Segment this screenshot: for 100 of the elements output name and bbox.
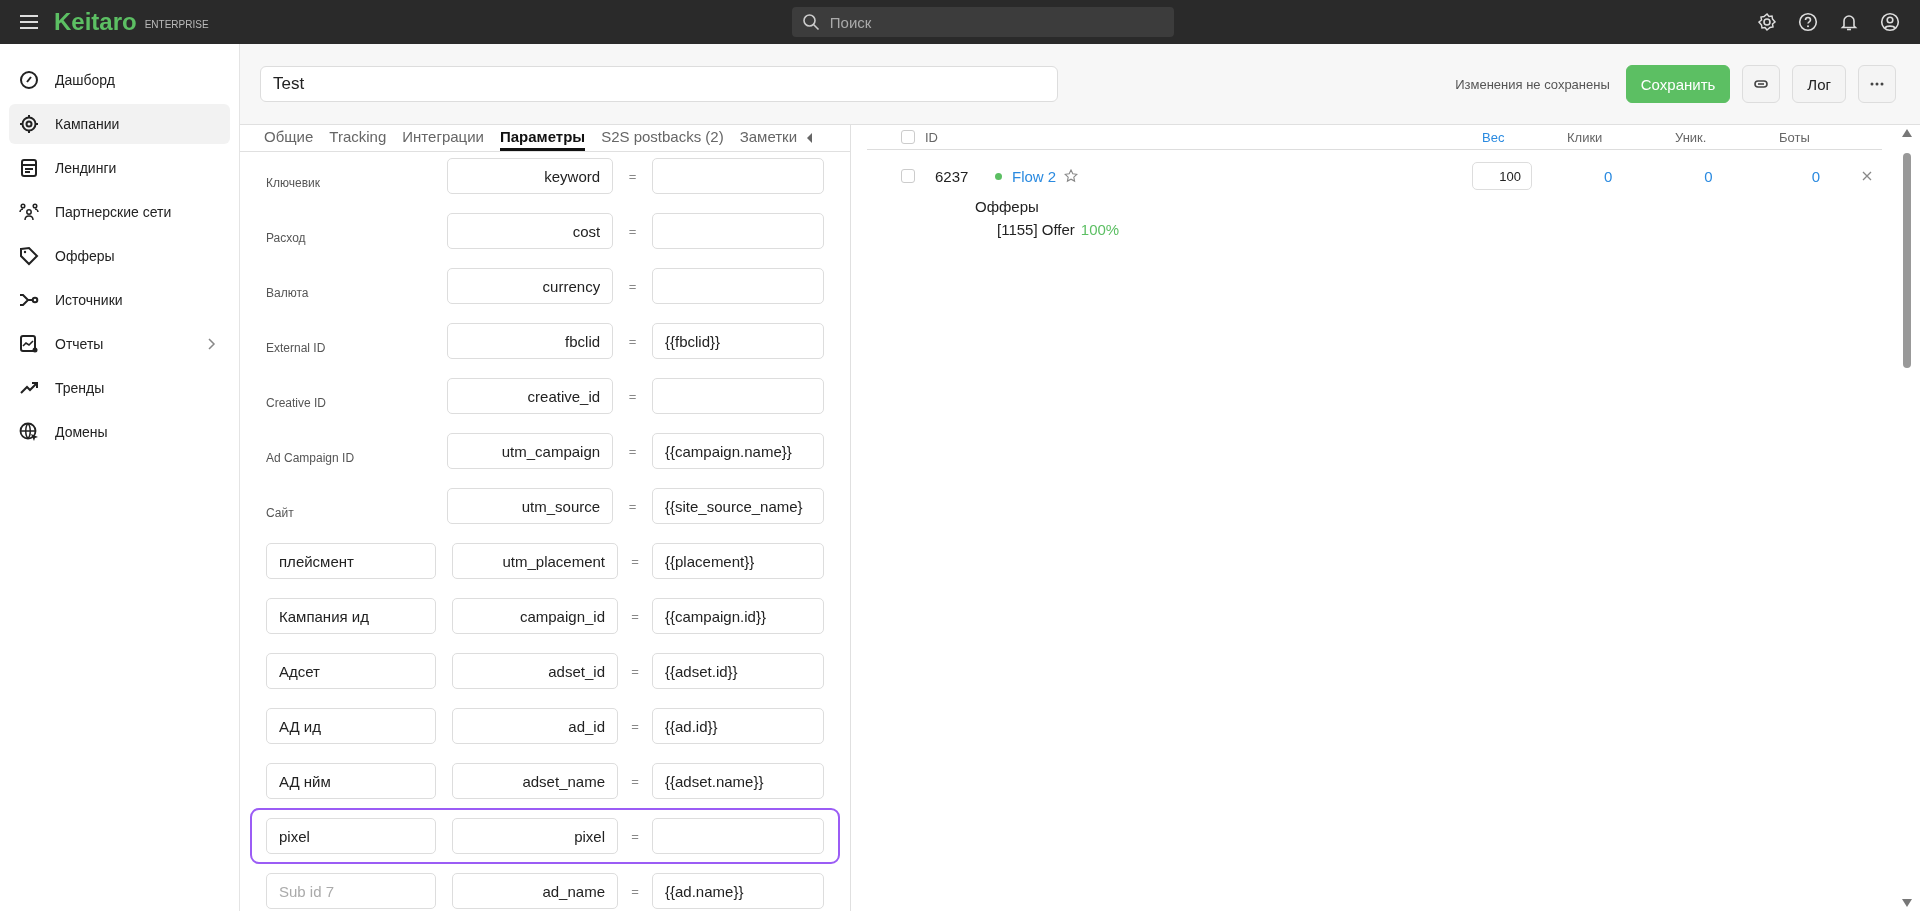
- parameter-value-field[interactable]: {{campaign.name}}: [652, 433, 824, 469]
- parameter-key-field[interactable]: utm_placement: [452, 543, 618, 579]
- parameter-value-field[interactable]: {{ad.id}}: [652, 708, 824, 744]
- sidebar-item[interactable]: Отчеты: [9, 324, 230, 364]
- offers-label: Офферы: [975, 198, 1040, 215]
- column-header[interactable]: ID: [925, 129, 938, 145]
- logo[interactable]: Keitaro: [54, 8, 137, 36]
- parameter-label: Ключевик: [266, 175, 321, 190]
- sidebar-item[interactable]: Тренды: [9, 368, 230, 408]
- scroll-left-icon[interactable]: [807, 133, 814, 143]
- parameter-name-field[interactable]: АД ид: [266, 708, 436, 744]
- search-field[interactable]: Поиск: [791, 7, 1174, 37]
- parameter-name-field[interactable]: Sub id 7: [266, 873, 436, 909]
- column-header[interactable]: Вес: [1482, 129, 1505, 145]
- sidebar-item[interactable]: Партнерские сети: [9, 192, 230, 232]
- parameter-value-field[interactable]: {{placement}}: [652, 543, 824, 579]
- row-checkbox[interactable]: [901, 169, 915, 183]
- parameter-label: Ad Campaign ID: [266, 450, 356, 465]
- parameter-key-field[interactable]: utm_campaign: [447, 433, 614, 469]
- bell-icon[interactable]: [1839, 12, 1859, 32]
- tab[interactable]: Заметки: [739, 125, 798, 151]
- equals-sign: =: [630, 773, 640, 789]
- flow-id: 6237: [935, 167, 970, 185]
- parameter-value-field[interactable]: [652, 818, 824, 854]
- parameter-value-field[interactable]: {{site_source_name}: [652, 488, 824, 524]
- parameter-name-field[interactable]: плейсмент: [266, 543, 436, 579]
- parameter-key-field[interactable]: ad_name: [452, 873, 618, 909]
- sidebar-item[interactable]: Источники: [9, 280, 230, 320]
- equals-sign: =: [627, 278, 638, 294]
- scroll-up-icon[interactable]: [1902, 129, 1912, 137]
- parameter-value-field[interactable]: [652, 158, 824, 194]
- equals-sign: =: [630, 718, 640, 734]
- star-icon[interactable]: [1064, 169, 1079, 183]
- parameter-key-field[interactable]: fbclid: [447, 323, 614, 359]
- tab[interactable]: Tracking: [329, 125, 387, 151]
- column-header[interactable]: Уник.: [1675, 129, 1707, 145]
- offer-share: 100%: [1080, 221, 1120, 238]
- parameter-name-field[interactable]: Кампания ид: [266, 598, 436, 634]
- tab[interactable]: Общие: [264, 125, 314, 151]
- offer-name[interactable]: [1155] Offer: [997, 221, 1075, 238]
- parameter-key-field[interactable]: cost: [447, 213, 614, 249]
- parameter-label: Сайт: [266, 505, 295, 520]
- parameter-key-field[interactable]: adset_id: [452, 653, 618, 689]
- link-icon: [1754, 80, 1769, 88]
- parameter-name-field[interactable]: Адсет: [266, 653, 436, 689]
- parameter-key-field[interactable]: utm_source: [447, 488, 614, 524]
- sidebar-item[interactable]: Домены: [9, 412, 230, 452]
- log-button[interactable]: Лог: [1792, 65, 1846, 103]
- help-icon[interactable]: [1798, 12, 1818, 32]
- equals-sign: =: [630, 553, 640, 569]
- unique-count[interactable]: 0: [1704, 167, 1713, 185]
- equals-sign: =: [627, 168, 638, 184]
- edition-label: ENTERPRISE: [144, 18, 209, 30]
- campaign-title-field[interactable]: Test: [260, 66, 1058, 102]
- sidebar-item[interactable]: Кампании: [9, 104, 230, 144]
- settings-icon[interactable]: [1757, 12, 1777, 32]
- parameter-value-field[interactable]: {{fbclid}}: [652, 323, 824, 359]
- parameter-value-field[interactable]: {{campaign.id}}: [652, 598, 824, 634]
- bots-count[interactable]: 0: [1811, 167, 1820, 185]
- sidebar-item[interactable]: Дашборд: [9, 60, 230, 100]
- user-icon[interactable]: [1880, 12, 1900, 32]
- chart-icon: [19, 334, 39, 354]
- equals-sign: =: [630, 663, 640, 679]
- tag-icon: [19, 246, 39, 266]
- parameter-key-field[interactable]: pixel: [452, 818, 618, 854]
- scrollbar-thumb[interactable]: [1903, 153, 1911, 368]
- parameter-key-field[interactable]: campaign_id: [452, 598, 618, 634]
- close-icon[interactable]: [1862, 171, 1872, 181]
- parameter-value-field[interactable]: [652, 268, 824, 304]
- weight-field[interactable]: 100: [1471, 162, 1532, 190]
- tab[interactable]: Параметры: [499, 125, 586, 151]
- tab[interactable]: S2S postbacks (2): [601, 125, 724, 151]
- parameter-value-field[interactable]: [652, 213, 824, 249]
- parameter-name-field[interactable]: pixel: [266, 818, 436, 854]
- globe-icon: [19, 422, 39, 442]
- parameter-value-field[interactable]: {{ad.name}}: [652, 873, 824, 909]
- parameter-key-field[interactable]: ad_id: [452, 708, 618, 744]
- sidebar-item[interactable]: Офферы: [9, 236, 230, 276]
- parameter-value-field[interactable]: [652, 378, 824, 414]
- parameter-value-field[interactable]: {{adset.name}}: [652, 763, 824, 799]
- clicks-count[interactable]: 0: [1603, 167, 1613, 185]
- column-header[interactable]: Клики: [1567, 129, 1603, 145]
- column-header[interactable]: Боты: [1779, 129, 1810, 145]
- select-all-checkbox[interactable]: [901, 130, 915, 144]
- flow-link[interactable]: Flow 2: [1012, 167, 1057, 185]
- parameter-key-field[interactable]: currency: [447, 268, 614, 304]
- scroll-down-icon[interactable]: [1902, 899, 1912, 907]
- parameter-key-field[interactable]: keyword: [447, 158, 614, 194]
- parameter-key-field[interactable]: adset_name: [452, 763, 618, 799]
- parameter-key-field[interactable]: creative_id: [447, 378, 614, 414]
- tab[interactable]: Интеграции: [402, 125, 484, 151]
- equals-sign: =: [627, 333, 638, 349]
- sidebar-item[interactable]: Лендинги: [9, 148, 230, 188]
- more-icon: [1870, 82, 1884, 86]
- target-icon: [19, 114, 39, 134]
- parameter-value-field[interactable]: {{adset.id}}: [652, 653, 824, 689]
- equals-sign: =: [627, 443, 638, 459]
- parameter-name-field[interactable]: АД нйм: [266, 763, 436, 799]
- link-button[interactable]: [1742, 65, 1781, 103]
- menu-icon[interactable]: [20, 15, 38, 29]
